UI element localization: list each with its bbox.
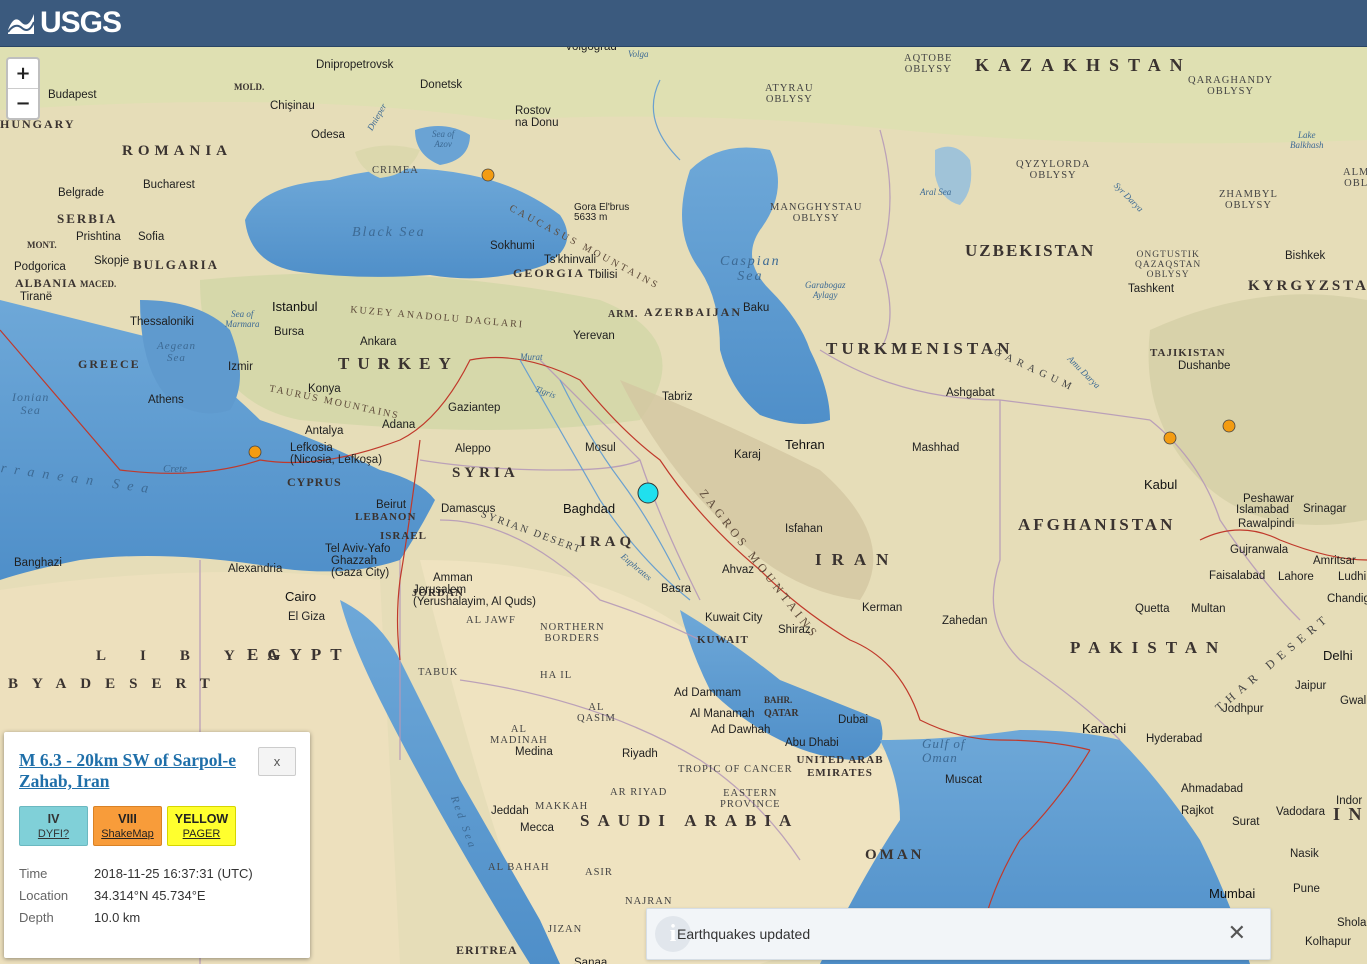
popup-close-button[interactable]: x [258,747,296,776]
depth-value: 10.0 km [94,910,141,925]
zoom-in-button[interactable]: + [8,59,38,88]
earthquake-marker-selected[interactable] [637,482,659,504]
pager-badge[interactable]: YELLOW PAGER [167,806,236,846]
toast-close-icon[interactable]: ✕ [1228,920,1246,946]
usgs-logo-text: USGS [40,6,122,39]
earthquake-marker[interactable] [248,445,262,459]
time-value: 2018-11-25 16:37:31 (UTC) [94,866,253,881]
toast-message: Earthquakes updated [677,926,811,942]
earthquake-marker[interactable] [1163,431,1177,445]
shakemap-badge[interactable]: VIII ShakeMap [93,806,162,846]
earthquake-title-link[interactable]: M 6.3 - 20km SW of Sarpol-e Zahab, Iran [19,750,239,792]
notification-toast: i Earthquakes updated ✕ [646,908,1271,960]
location-label: Location [19,888,69,903]
location-value: 34.314°N 45.734°E [94,888,206,903]
time-label: Time [19,866,48,881]
depth-label: Depth [19,910,54,925]
zoom-out-button[interactable]: − [8,88,38,118]
pager-value: YELLOW [174,812,229,826]
zoom-control: + − [6,57,40,120]
earthquake-popup: M 6.3 - 20km SW of Sarpol-e Zahab, Iran … [4,732,310,958]
earthquake-marker[interactable] [481,168,495,182]
dyfi-badge[interactable]: IV DYFI? [19,806,88,846]
header-bar: USGS [0,0,1367,47]
dyfi-value: IV [47,812,60,826]
shakemap-value: VIII [118,812,137,826]
usgs-wave-icon [7,14,35,34]
pager-label: PAGER [182,828,221,840]
usgs-logo[interactable]: USGS [6,5,122,41]
shakemap-label: ShakeMap [101,828,154,840]
dyfi-label: DYFI? [37,828,70,840]
earthquake-marker[interactable] [1222,419,1236,433]
